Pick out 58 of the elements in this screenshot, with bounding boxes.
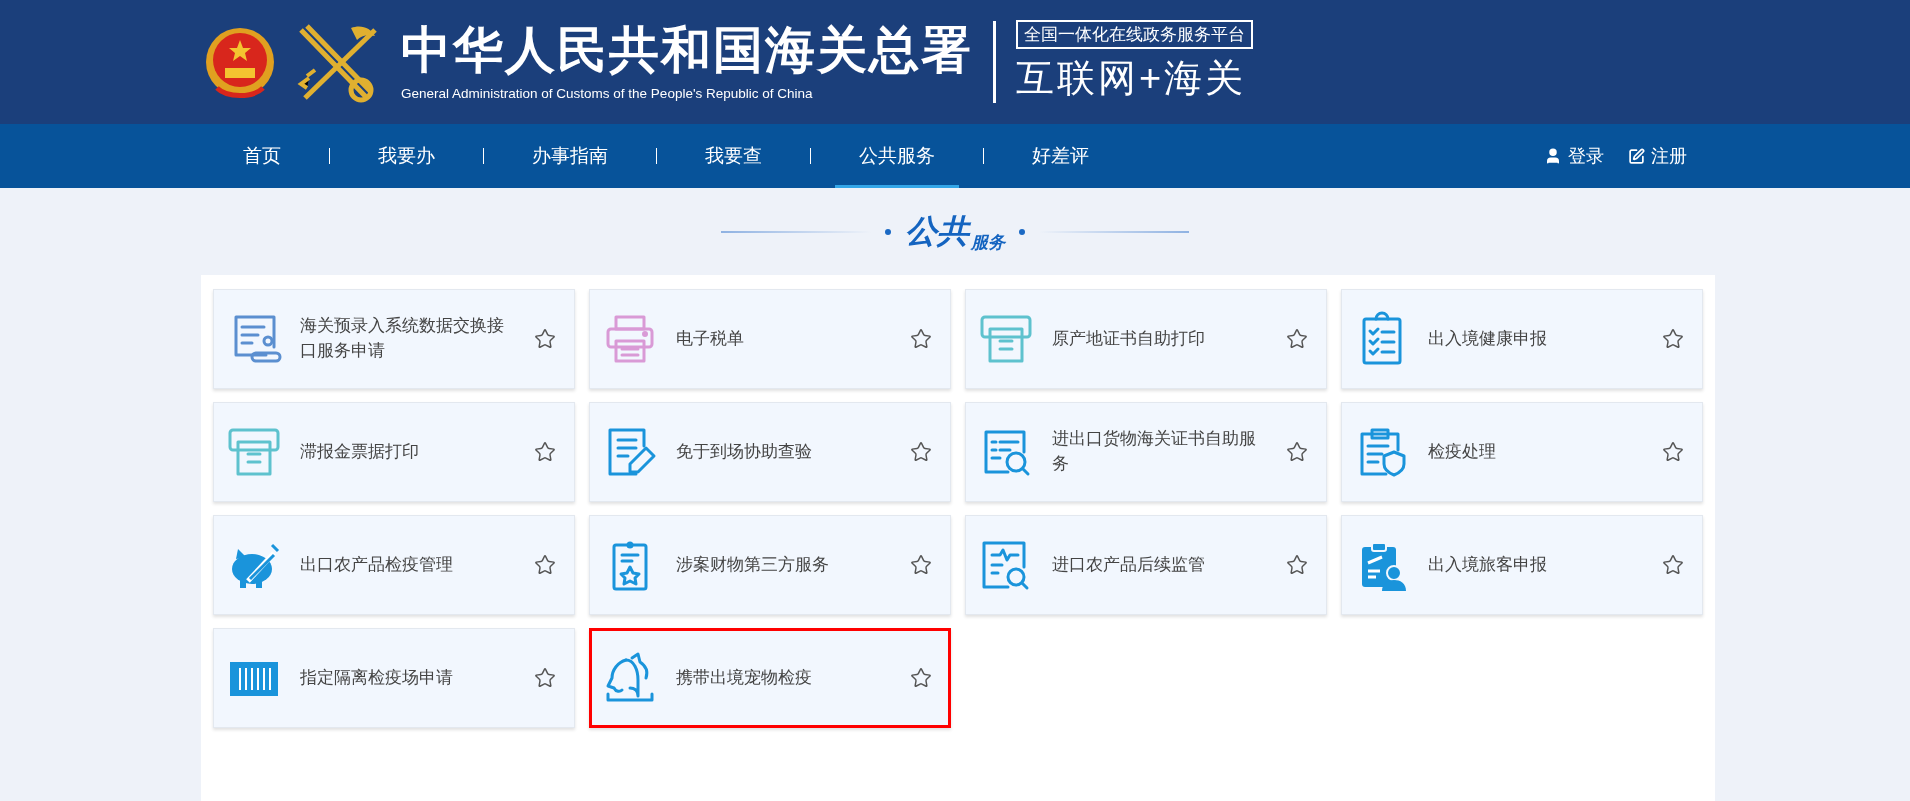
site-subtitle: General Administration of Customs of the People's Republic of China	[401, 86, 814, 101]
service-card[interactable]: 涉案财物第三方服务	[589, 515, 951, 615]
service-card[interactable]: 进出口货物海关证书自助服务	[965, 402, 1327, 502]
service-name: 检疫处理	[1428, 440, 1497, 463]
service-name: 滞报金票据打印	[300, 440, 420, 463]
service-name: 涉案财物第三方服务	[676, 553, 830, 576]
service-card[interactable]: 原产地证书自助打印	[965, 289, 1327, 389]
platform-name: 互联网+海关	[1016, 56, 1248, 101]
service-card[interactable]: 检疫处理	[1341, 402, 1703, 502]
favorite-button[interactable]	[1662, 328, 1684, 350]
service-name: 海关预录入系统数据交换接口服务申请	[300, 315, 505, 362]
service-card[interactable]: 滞报金票据打印	[213, 402, 575, 502]
service-name: 出入境健康申报	[1428, 327, 1548, 350]
service-name: 免于到场协助查验	[676, 440, 813, 463]
nav-tab[interactable]: 我要查	[681, 124, 786, 188]
service-name: 出入境旅客申报	[1428, 553, 1548, 576]
service-card[interactable]: 进口农产品后续监管	[965, 515, 1327, 615]
favorite-button[interactable]	[534, 441, 556, 463]
service-name: 进出口货物海关证书自助服务	[1052, 428, 1257, 475]
section-title: 公共	[905, 211, 969, 249]
service-card[interactable]: 出入境健康申报	[1341, 289, 1703, 389]
edit-icon	[1628, 147, 1645, 165]
service-name: 进口农产品后续监管	[1052, 553, 1206, 576]
favorite-button[interactable]	[1286, 441, 1308, 463]
service-card[interactable]: 出口农产品检疫管理	[213, 515, 575, 615]
service-card[interactable]: 电子税单	[589, 289, 951, 389]
nav-tab[interactable]: 首页	[219, 124, 305, 188]
login-link[interactable]: 登录	[1544, 144, 1604, 168]
service-card[interactable]: 携带出境宠物检疫	[589, 628, 951, 728]
service-name: 出口农产品检疫管理	[300, 553, 454, 576]
favorite-button[interactable]	[1662, 441, 1684, 463]
service-card[interactable]: 指定隔离检疫场申请	[213, 628, 575, 728]
service-name: 原产地证书自助打印	[1052, 327, 1206, 350]
user-icon	[1544, 147, 1562, 165]
favorite-button[interactable]	[910, 667, 932, 689]
nav-tab[interactable]: 好差评	[1008, 124, 1113, 188]
service-name: 指定隔离检疫场申请	[300, 666, 454, 689]
favorite-button[interactable]	[534, 667, 556, 689]
favorite-button[interactable]	[910, 554, 932, 576]
service-name: 电子税单	[676, 327, 745, 350]
nav-tab[interactable]: 公共服务	[835, 124, 959, 188]
favorite-button[interactable]	[534, 328, 556, 350]
favorite-button[interactable]	[1286, 554, 1308, 576]
service-card[interactable]: 免于到场协助查验	[589, 402, 951, 502]
favorite-button[interactable]	[910, 328, 932, 350]
platform-caption: 全国一体化在线政务服务平台	[1016, 20, 1253, 49]
service-name: 携带出境宠物检疫	[676, 666, 813, 689]
favorite-button[interactable]	[534, 554, 556, 576]
service-card[interactable]: 出入境旅客申报	[1341, 515, 1703, 615]
section-subtitle: 服务	[971, 232, 1005, 254]
register-link[interactable]: 注册	[1628, 144, 1687, 168]
favorite-button[interactable]	[910, 441, 932, 463]
nav-tab[interactable]: 我要办	[354, 124, 459, 188]
favorite-button[interactable]	[1286, 328, 1308, 350]
site-title: 中华人民共和国海关总署	[401, 23, 973, 78]
favorite-button[interactable]	[1662, 554, 1684, 576]
service-card[interactable]: 海关预录入系统数据交换接口服务申请	[213, 289, 575, 389]
nav-tab[interactable]: 办事指南	[508, 124, 632, 188]
